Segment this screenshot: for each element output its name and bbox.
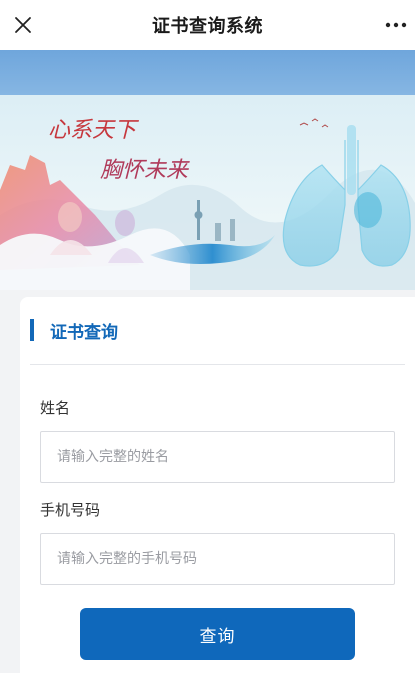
phone-input[interactable] (40, 533, 395, 585)
query-button[interactable]: 查询 (80, 608, 355, 660)
title-accent-bar (30, 319, 34, 341)
card-title: 证书查询 (50, 322, 118, 343)
banner-slogan-line1: 心系天下 (48, 118, 140, 143)
more-button[interactable] (379, 10, 413, 40)
banner-illustration: 心系天下 胸怀未来 (0, 118, 415, 290)
page-title: 证书查询系统 (152, 16, 263, 37)
divider (30, 364, 405, 365)
name-input[interactable] (40, 431, 395, 483)
top-nav-bar: 证书查询系统 (0, 0, 415, 50)
close-button[interactable] (8, 10, 38, 40)
close-icon (15, 17, 31, 33)
more-icon (385, 22, 407, 28)
phone-label: 手机号码 (40, 501, 101, 519)
header-strip (0, 50, 415, 95)
name-label: 姓名 (40, 399, 71, 417)
query-card: 证书查询 姓名 手机号码 查询 (20, 297, 415, 673)
banner-slogan-line2: 胸怀未来 (100, 158, 190, 183)
card-header: 证书查询 (30, 317, 118, 343)
banner-image: 心系天下 胸怀未来 (0, 95, 415, 290)
